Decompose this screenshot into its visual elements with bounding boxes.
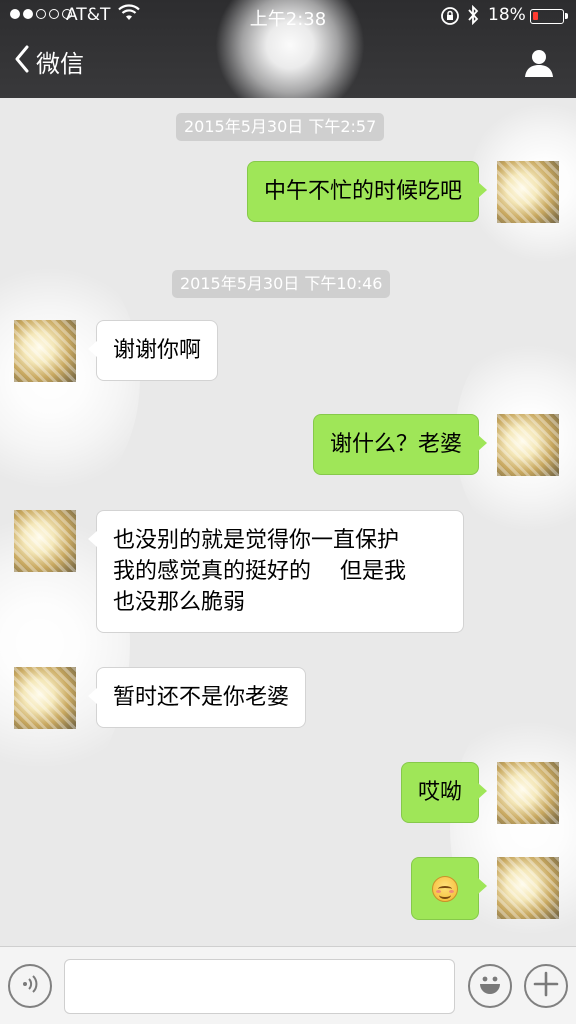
smiling-face-emoji [432,876,458,902]
avatar[interactable] [497,414,559,476]
message-bubble-incoming[interactable]: 也没别的就是觉得你一直保护 我的感觉真的挺好的 但是我 也没那么脆弱 [88,510,464,633]
message-bubble-outgoing[interactable]: 中午不忙的时候吃吧 [246,161,488,222]
input-bar [0,946,576,1024]
avatar[interactable] [497,161,559,223]
more-button[interactable] [524,964,568,1008]
message-bubble-outgoing[interactable]: 哎呦 [400,762,488,823]
wechat-chat-screen: AT&T 上午2:38 18% 微信 2015年5月30日 下午2:57 中午不… [0,0,576,1024]
back-button[interactable]: 微信 [14,44,84,79]
battery-icon [530,9,568,24]
profile-icon [524,50,554,82]
avatar[interactable] [14,320,76,382]
voice-button[interactable] [8,964,52,1008]
emoji-icon [475,969,505,1003]
message-line: 也没那么脆弱 [113,590,246,615]
message-bubble-incoming[interactable]: 谢谢你啊 [87,320,219,381]
avatar[interactable] [497,762,559,824]
bluetooth-icon [466,4,480,30]
chevron-left-icon [14,45,30,79]
message-timestamp: 2015年5月30日 下午10:46 [172,270,391,298]
message-timestamp: 2015年5月30日 下午2:57 [176,113,385,141]
message-bubble-incoming[interactable]: 暂时还不是你老婆 [87,667,307,728]
message-input[interactable] [64,959,455,1014]
avatar[interactable] [497,857,559,919]
avatar[interactable] [14,667,76,729]
status-bar: AT&T 上午2:38 18% [0,0,576,32]
back-label: 微信 [36,50,84,78]
battery-level [533,12,538,20]
message-line: 我的感觉真的挺好的 但是我 [113,559,406,584]
emoji-button[interactable] [468,964,512,1008]
navigation-bar: 微信 [0,32,576,98]
voice-icon [18,972,42,1000]
message-list[interactable]: 2015年5月30日 下午2:57 中午不忙的时候吃吧 2015年5月30日 下… [0,98,576,958]
top-bar: AT&T 上午2:38 18% 微信 [0,0,576,98]
message-bubble-outgoing[interactable]: 谢什么？老婆 [312,414,488,475]
chat-info-button[interactable] [524,48,554,82]
plus-icon [533,971,559,1001]
avatar[interactable] [14,510,76,572]
rotation-lock-icon [440,6,460,31]
battery-percent: 18% [488,5,526,25]
message-bubble-outgoing[interactable] [411,857,487,920]
message-line: 也没别的就是觉得你一直保护 [113,528,400,553]
